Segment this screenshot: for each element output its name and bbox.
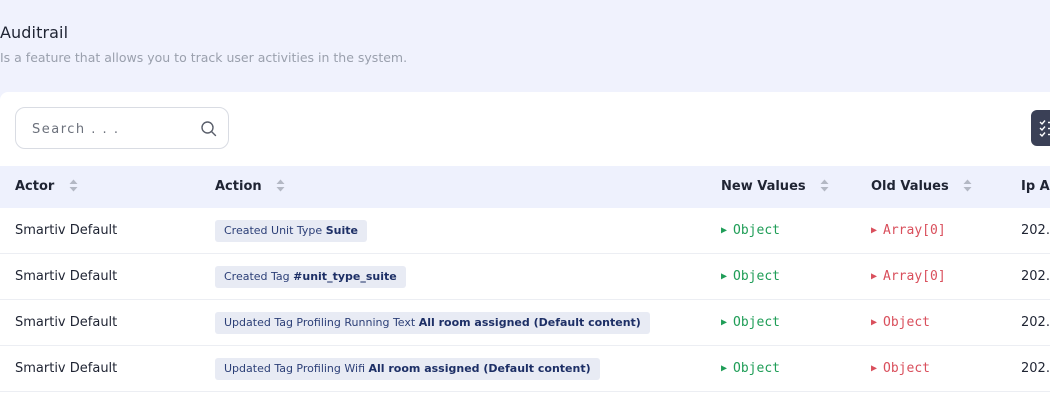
column-header-old-values[interactable]: Old Values (871, 166, 972, 208)
page-title: Auditrail (0, 23, 69, 42)
triangle-right-icon: ▶ (871, 225, 878, 236)
table-row: Smartiv Default Updated Tag Profiling Ru… (0, 300, 1050, 346)
action-tag: Created Unit Type Suite (215, 220, 367, 242)
sort-icon[interactable] (963, 179, 972, 192)
search-input[interactable] (32, 118, 192, 140)
triangle-right-icon: ▶ (871, 271, 878, 282)
triangle-right-icon: ▶ (721, 317, 728, 328)
old-values-toggle[interactable]: ▶ Object (871, 346, 930, 392)
action-tag: Updated Tag Profiling Wifi All room assi… (215, 358, 600, 380)
old-values-toggle[interactable]: ▶ Array[0] (871, 208, 946, 254)
auditrail-card: Actor Action New Values Old Values (0, 92, 1050, 400)
ip-cell: 202. (1021, 315, 1050, 330)
new-values-toggle[interactable]: ▶ Object (721, 346, 780, 392)
old-values-toggle[interactable]: ▶ Array[0] (871, 254, 946, 300)
table-row: Smartiv Default Created Unit Type Suite … (0, 208, 1050, 254)
actor-cell: Smartiv Default (15, 223, 118, 238)
ip-cell: 202. (1021, 361, 1050, 376)
page-header: Auditrail Is a feature that allows you t… (0, 0, 1050, 92)
new-values-toggle[interactable]: ▶ Object (721, 300, 780, 346)
triangle-right-icon: ▶ (721, 271, 728, 282)
new-values-toggle[interactable]: ▶ Object (721, 208, 780, 254)
sort-icon[interactable] (69, 179, 78, 192)
column-header-action[interactable]: Action (215, 166, 285, 208)
column-header-actor[interactable]: Actor (15, 166, 78, 208)
column-header-new-values[interactable]: New Values (721, 166, 829, 208)
triangle-right-icon: ▶ (721, 225, 728, 236)
actor-cell: Smartiv Default (15, 269, 118, 284)
actor-cell: Smartiv Default (15, 315, 118, 330)
ip-cell: 202. (1021, 223, 1050, 238)
page-subtitle: Is a feature that allows you to track us… (0, 50, 408, 65)
table-row: Smartiv Default Created Tag #unit_type_s… (0, 254, 1050, 300)
triangle-right-icon: ▶ (871, 317, 878, 328)
new-values-toggle[interactable]: ▶ Object (721, 254, 780, 300)
search-box (15, 107, 229, 149)
ip-cell: 202. (1021, 269, 1050, 284)
column-filter-button[interactable] (1031, 110, 1050, 146)
actor-cell: Smartiv Default (15, 361, 118, 376)
table-header: Actor Action New Values Old Values Ip A (0, 166, 1050, 208)
action-tag: Updated Tag Profiling Running Text All r… (215, 312, 650, 334)
triangle-right-icon: ▶ (721, 363, 728, 374)
sort-icon[interactable] (820, 179, 829, 192)
table-row: Smartiv Default Updated Tag Profiling Wi… (0, 346, 1050, 392)
column-header-ip-address[interactable]: Ip Ad (1021, 166, 1050, 208)
old-values-toggle[interactable]: ▶ Object (871, 300, 930, 346)
action-tag: Created Tag #unit_type_suite (215, 266, 406, 288)
search-icon[interactable] (200, 120, 218, 138)
checklist-icon (1039, 120, 1050, 137)
sort-icon[interactable] (276, 179, 285, 192)
triangle-right-icon: ▶ (871, 363, 878, 374)
